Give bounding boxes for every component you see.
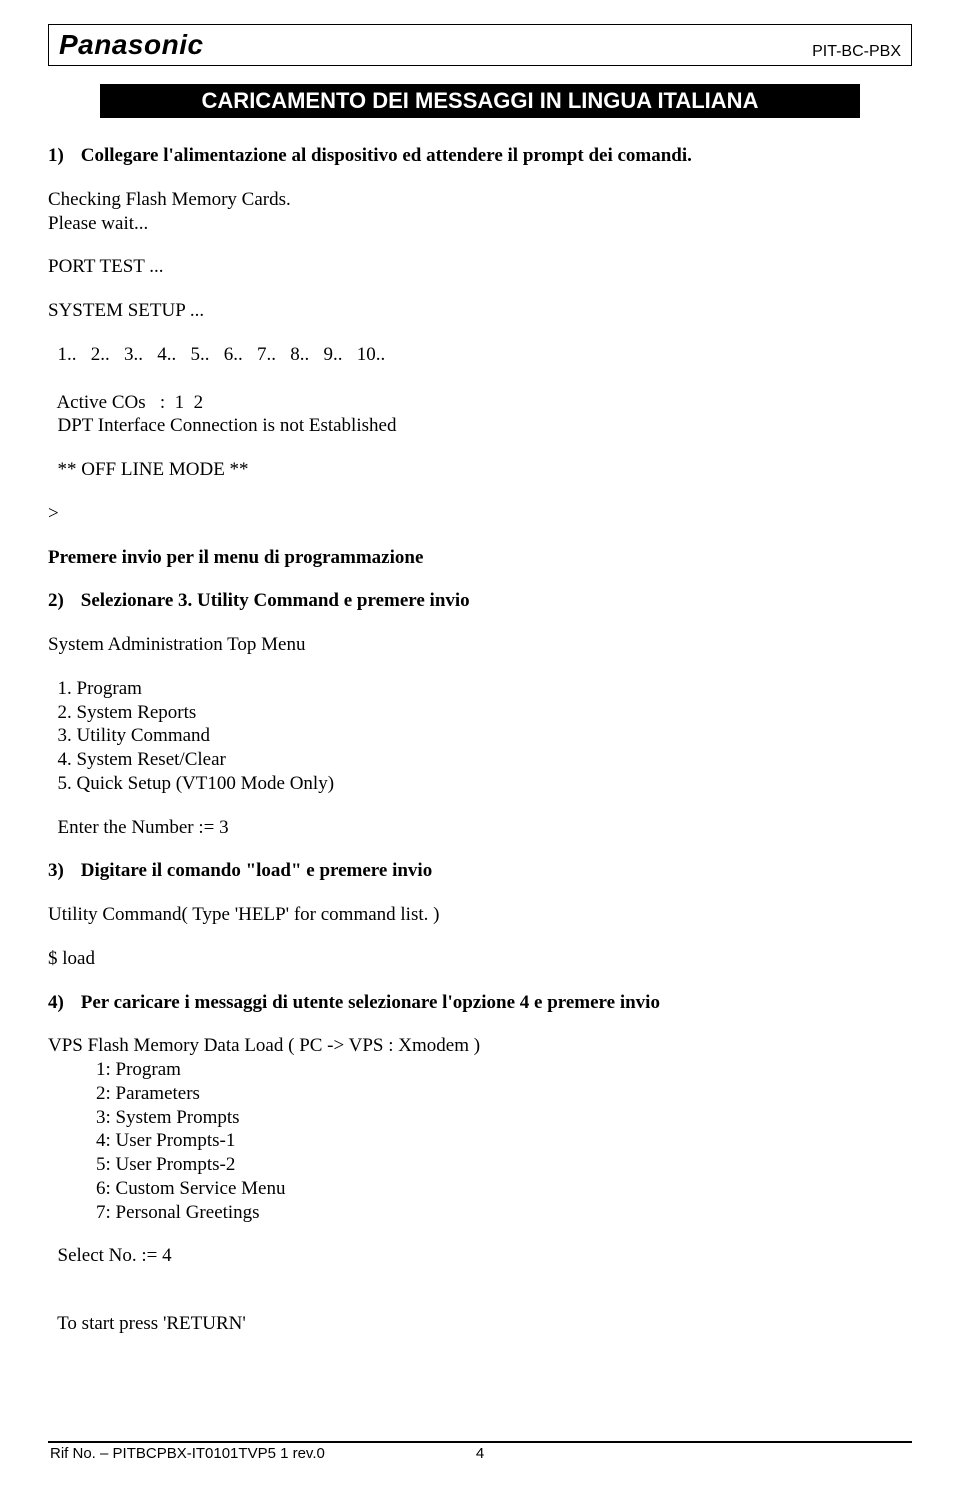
- step-3: 3) Digitare il comando "load" e premere …: [48, 859, 912, 883]
- terminal-line: Active COs : 1 2: [48, 391, 912, 415]
- terminal-line: 1.. 2.. 3.. 4.. 5.. 6.. 7.. 8.. 9.. 10..: [48, 343, 912, 367]
- footer-ref: Rif No. – PITBCPBX-IT0101TVP5 1 rev.0: [50, 1445, 325, 1462]
- content-body: 1) Collegare l'alimentazione al disposit…: [48, 144, 912, 1336]
- vps-option: 1: Program: [96, 1058, 912, 1082]
- menu-item: 1. Program: [48, 677, 912, 701]
- header-box: Panasonic PIT-BC-PBX: [48, 24, 912, 66]
- terminal-line: PORT TEST ...: [48, 255, 912, 279]
- step-text: Collegare l'alimentazione al dispositivo…: [81, 145, 692, 166]
- load-command-line: $ load: [48, 947, 912, 971]
- step-number: 2): [48, 589, 76, 613]
- vps-option: 3: System Prompts: [96, 1106, 912, 1130]
- instruction-press-enter: Premere invio per il menu di programmazi…: [48, 546, 912, 570]
- terminal-line: ** OFF LINE MODE **: [48, 458, 912, 482]
- section-banner: CARICAMENTO DEI MESSAGGI IN LINGUA ITALI…: [100, 84, 860, 118]
- select-no-line: Select No. := 4: [48, 1244, 912, 1268]
- vps-option: 2: Parameters: [96, 1082, 912, 1106]
- menu-item: 3. Utility Command: [48, 724, 912, 748]
- vps-option: 5: User Prompts-2: [96, 1153, 912, 1177]
- brand-logo: Panasonic: [59, 29, 204, 61]
- page-footer: Rif No. – PITBCPBX-IT0101TVP5 1 rev.0 4: [48, 1441, 912, 1462]
- step-number: 4): [48, 991, 76, 1015]
- vps-option: 6: Custom Service Menu: [96, 1177, 912, 1201]
- step-number: 3): [48, 859, 76, 883]
- step-text: Digitare il comando "load" e premere inv…: [81, 860, 432, 881]
- terminal-line: Checking Flash Memory Cards.: [48, 188, 912, 212]
- vps-option: 4: User Prompts-1: [96, 1129, 912, 1153]
- step-text: Selezionare 3. Utility Command e premere…: [81, 590, 470, 611]
- menu-item: 4. System Reset/Clear: [48, 748, 912, 772]
- footer-divider: [48, 1441, 912, 1443]
- enter-number-line: Enter the Number := 3: [48, 816, 912, 840]
- document-code: PIT-BC-PBX: [812, 43, 901, 61]
- step-number: 1): [48, 144, 76, 168]
- terminal-line: DPT Interface Connection is not Establis…: [48, 414, 912, 438]
- start-return-line: To start press 'RETURN': [48, 1312, 912, 1336]
- step-2: 2) Selezionare 3. Utility Command e prem…: [48, 589, 912, 613]
- terminal-prompt: >: [48, 502, 912, 526]
- footer-spacer: [906, 1445, 910, 1462]
- terminal-line: Please wait...: [48, 212, 912, 236]
- vps-title: VPS Flash Memory Data Load ( PC -> VPS :…: [48, 1034, 912, 1058]
- utility-command-line: Utility Command( Type 'HELP' for command…: [48, 903, 912, 927]
- menu-title: System Administration Top Menu: [48, 633, 912, 657]
- vps-option: 7: Personal Greetings: [96, 1201, 912, 1225]
- step-4: 4) Per caricare i messaggi di utente sel…: [48, 991, 912, 1015]
- menu-item: 5. Quick Setup (VT100 Mode Only): [48, 772, 912, 796]
- page-number: 4: [476, 1445, 484, 1462]
- step-1: 1) Collegare l'alimentazione al disposit…: [48, 144, 912, 168]
- terminal-line: SYSTEM SETUP ...: [48, 299, 912, 323]
- step-text: Per caricare i messaggi di utente selezi…: [81, 992, 660, 1013]
- menu-item: 2. System Reports: [48, 701, 912, 725]
